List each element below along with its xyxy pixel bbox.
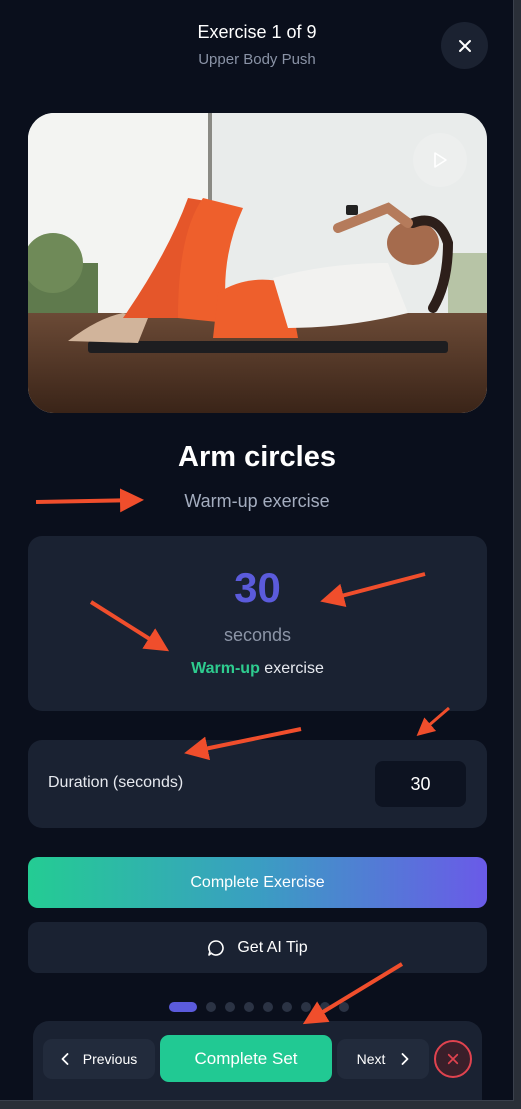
duration-input[interactable] bbox=[375, 761, 466, 807]
close-icon bbox=[458, 39, 471, 52]
progress-dot[interactable] bbox=[244, 1002, 254, 1012]
chevron-right-icon bbox=[401, 1053, 409, 1065]
stat-note-accent: Warm-up bbox=[191, 660, 260, 677]
progress-dot[interactable] bbox=[339, 1002, 349, 1012]
complete-exercise-label: Complete Exercise bbox=[190, 873, 325, 891]
stat-note-rest: exercise bbox=[259, 660, 324, 677]
workout-screen: Exercise 1 of 9 Upper Body Push Arm circ… bbox=[0, 0, 514, 1101]
previous-button[interactable]: Previous bbox=[43, 1039, 155, 1079]
complete-exercise-button[interactable]: Complete Exercise bbox=[28, 857, 487, 908]
bottom-navigation: Previous Complete Set Next bbox=[33, 1021, 482, 1100]
stat-note: Warm-up exercise bbox=[28, 660, 487, 678]
progress-dot[interactable] bbox=[225, 1002, 235, 1012]
complete-set-button[interactable]: Complete Set bbox=[160, 1035, 332, 1082]
chevron-left-icon bbox=[61, 1053, 69, 1065]
get-ai-tip-label: Get AI Tip bbox=[237, 938, 308, 956]
chat-bubble-icon bbox=[208, 939, 225, 956]
stat-unit: seconds bbox=[223, 625, 292, 645]
header: Exercise 1 of 9 Upper Body Push bbox=[0, 0, 513, 90]
progress-dot[interactable] bbox=[320, 1002, 330, 1012]
progress-dot[interactable] bbox=[301, 1002, 311, 1012]
close-button[interactable] bbox=[441, 22, 488, 69]
progress-dots bbox=[169, 1002, 349, 1012]
exercise-type: Warm-up exercise bbox=[184, 491, 330, 511]
progress-dot-active[interactable] bbox=[169, 1002, 197, 1012]
next-button[interactable]: Next bbox=[337, 1039, 429, 1079]
header-title: Exercise 1 of 9 bbox=[197, 22, 317, 42]
progress-dot[interactable] bbox=[206, 1002, 216, 1012]
progress-dot[interactable] bbox=[282, 1002, 292, 1012]
previous-label: Previous bbox=[82, 1051, 138, 1067]
next-label: Next bbox=[356, 1051, 386, 1067]
progress-dot[interactable] bbox=[263, 1002, 273, 1012]
play-icon bbox=[434, 152, 447, 168]
stat-value: 30 bbox=[234, 564, 281, 611]
close-circle-icon bbox=[447, 1053, 459, 1065]
exit-workout-button[interactable] bbox=[434, 1040, 472, 1078]
stat-card: 30 seconds Warm-up exercise bbox=[28, 536, 487, 711]
header-subtitle: Upper Body Push bbox=[198, 51, 316, 68]
duration-label: Duration (seconds) bbox=[48, 774, 184, 791]
exercise-image bbox=[28, 113, 487, 413]
get-ai-tip-button[interactable]: Get AI Tip bbox=[28, 922, 487, 973]
complete-set-label: Complete Set bbox=[194, 1048, 298, 1068]
exercise-name: Arm circles bbox=[178, 441, 336, 473]
duration-card: Duration (seconds) bbox=[28, 740, 487, 828]
play-button[interactable] bbox=[413, 133, 467, 187]
